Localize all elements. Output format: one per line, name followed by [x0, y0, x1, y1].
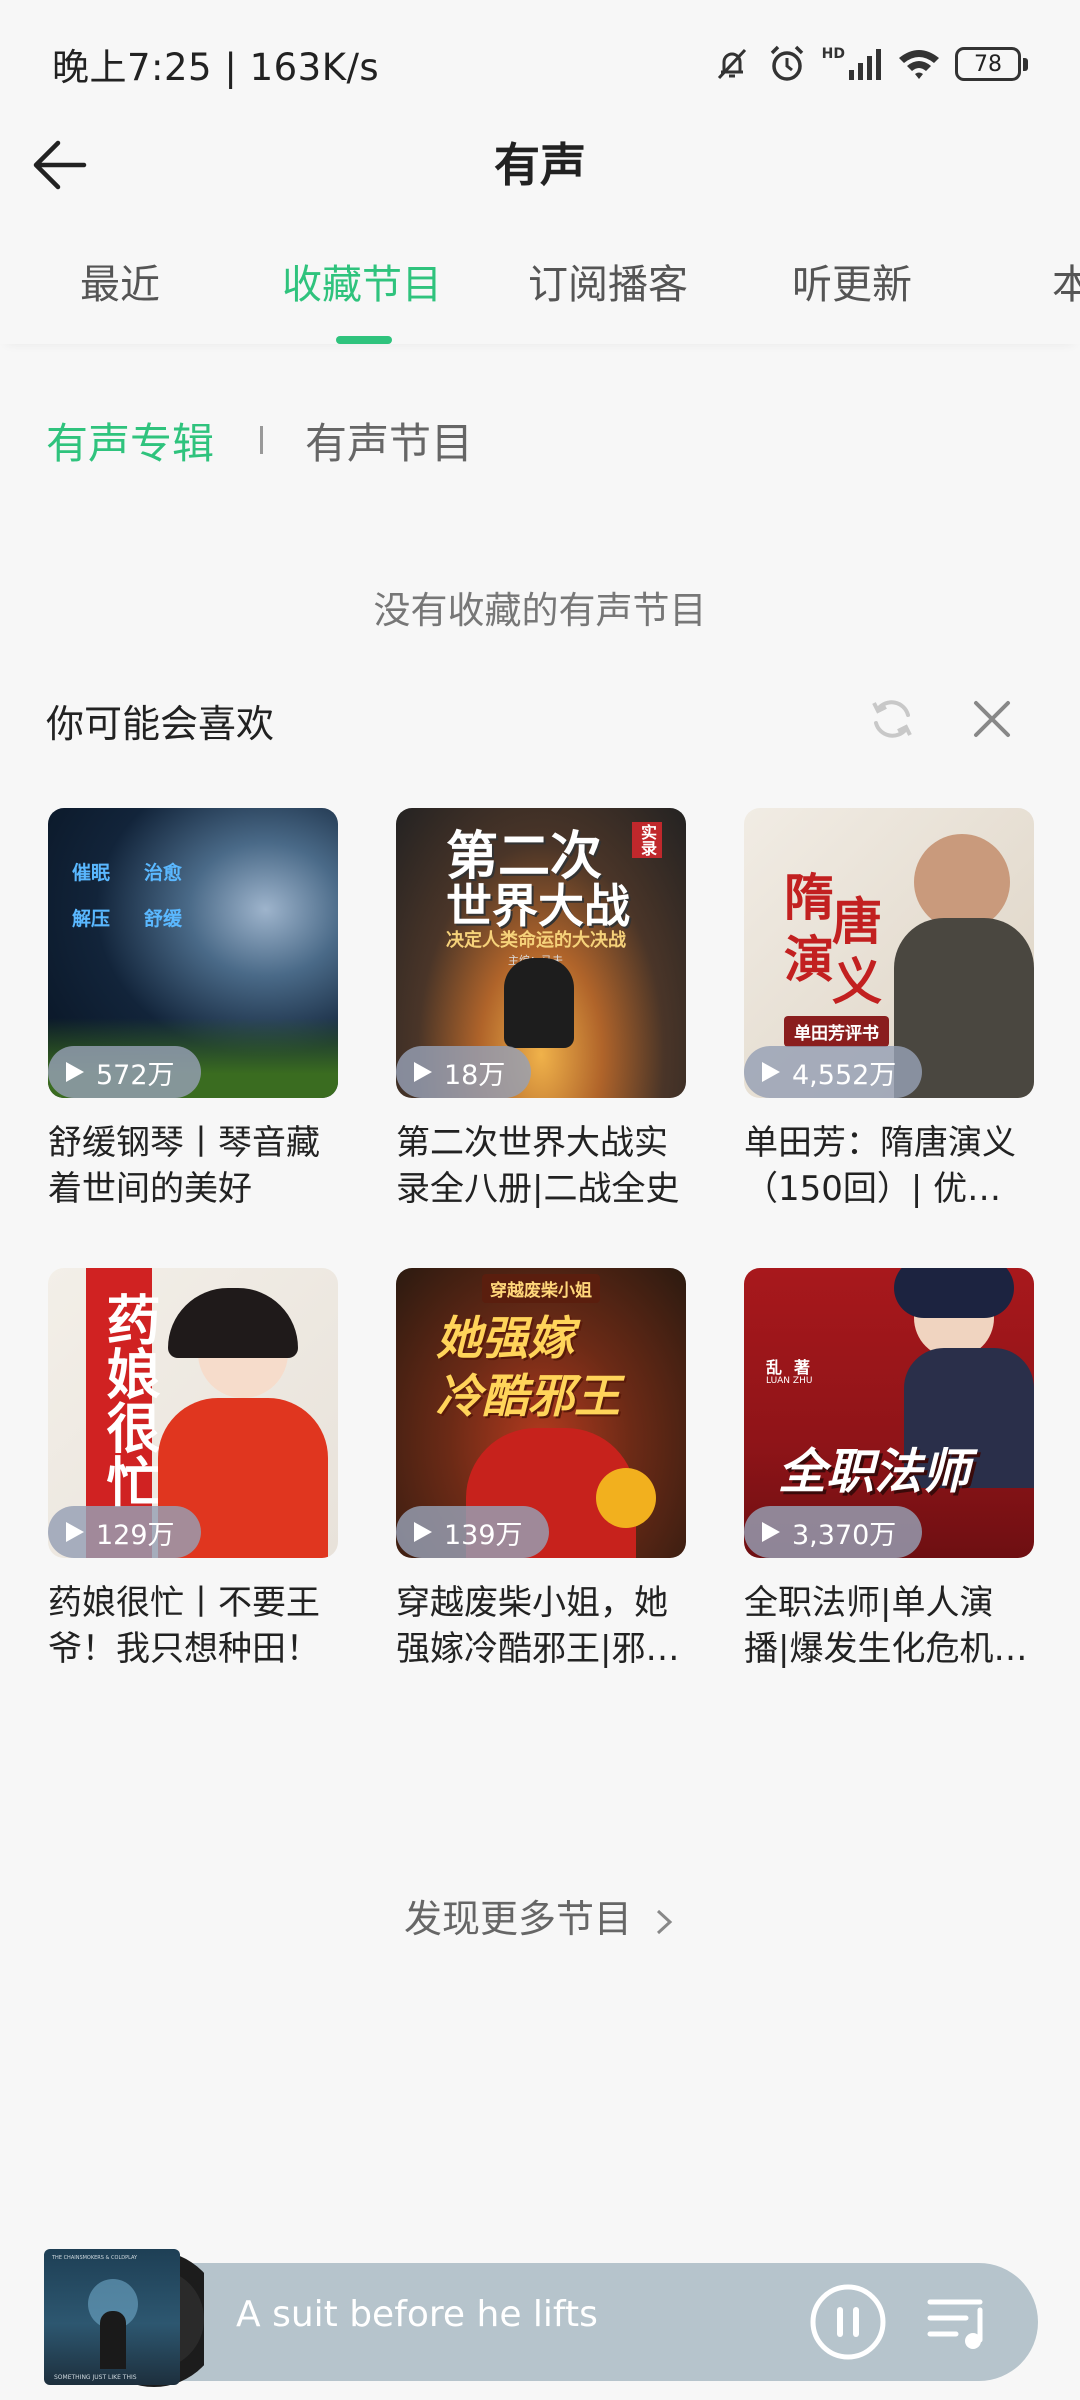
cover-text: 解压	[72, 908, 111, 930]
cover-header-text: THE CHAINSMOKERS & COLDPLAY	[52, 2255, 138, 2261]
now-playing-cover[interactable]: THE CHAINSMOKERS & COLDPLAY SOMETHING JU…	[44, 2249, 180, 2385]
battery-icon: 78	[955, 47, 1028, 81]
cover-text: 催眠	[72, 862, 111, 884]
tab-favorites[interactable]: 收藏节目	[282, 245, 442, 325]
play-icon	[66, 1062, 84, 1082]
status-time-speed: 晚上7:25 | 163K/s	[52, 46, 380, 89]
recommend-card[interactable]: 催眠 治愈 解压 舒缓 572万 舒缓钢琴丨琴音藏着世间的美好	[48, 808, 338, 1212]
sub-tab-albums[interactable]: 有声专辑	[46, 410, 214, 471]
alarm-icon	[766, 43, 808, 85]
now-playing-title: A suit before he lifts	[236, 2294, 598, 2335]
close-recommend-button[interactable]	[966, 693, 1018, 745]
battery-level: 78	[955, 47, 1021, 81]
play-icon	[762, 1062, 780, 1082]
album-cover[interactable]: 乱 著 LUAN ZHU 全职法师 3,370万	[744, 1268, 1034, 1558]
recommend-card[interactable]: 穿越废柴小姐 她强嫁 冷酷邪王 139万 穿越废柴小姐，她强嫁冷酷邪王|邪王追妻	[396, 1268, 686, 1672]
play-count: 4,552万	[792, 1059, 897, 1091]
character-hair	[894, 1268, 1014, 1318]
cover-text: LUAN ZHU	[766, 1376, 813, 1386]
play-icon	[66, 1522, 84, 1542]
pause-button[interactable]	[808, 2282, 888, 2362]
play-icon	[762, 1522, 780, 1542]
cover-text: 演	[784, 930, 834, 989]
refresh-icon	[872, 700, 912, 738]
refresh-button[interactable]	[866, 693, 918, 745]
cover-text: 冷酷邪王	[436, 1369, 620, 1423]
card-title[interactable]: 单田芳：隋唐演义（150回）| 优质版本	[744, 1120, 1034, 1212]
recommend-card[interactable]: 乱 著 LUAN ZHU 全职法师 3,370万 全职法师|单人演播|爆发生化危…	[744, 1268, 1034, 1672]
tab-recent[interactable]: 最近	[80, 245, 160, 325]
status-icons: HD 78	[712, 43, 1028, 85]
cover-text: 实录	[632, 822, 662, 858]
status-bar: 晚上7:25 | 163K/s HD 78	[0, 0, 1080, 128]
recommend-card[interactable]: 穿越种田 药娘很忙 129万 药娘很忙丨不要王爷！我只想种田！	[48, 1268, 338, 1672]
cover-text: 舒缓	[144, 908, 183, 930]
sub-tab-divider	[260, 426, 264, 454]
discover-more-link[interactable]: 发现更多节目	[0, 1888, 1080, 1943]
signal-icon: HD	[822, 46, 883, 82]
tab-local[interactable]: 本	[1052, 245, 1080, 325]
card-title[interactable]: 穿越废柴小姐，她强嫁冷酷邪王|邪王追妻	[396, 1580, 686, 1672]
play-count: 129万	[96, 1519, 175, 1551]
network-label: HD	[821, 46, 845, 62]
cover-text: 决定人类命运的大决战	[446, 930, 626, 951]
back-button[interactable]	[28, 130, 92, 200]
album-cover[interactable]: 催眠 治愈 解压 舒缓 572万	[48, 808, 338, 1098]
cover-text: 全职法师	[778, 1444, 971, 1500]
album-cover[interactable]: 隋 唐 演 义 单田芳评书 4,552万	[744, 808, 1034, 1098]
tab-active-indicator	[336, 336, 392, 344]
wifi-icon	[897, 46, 941, 82]
playlist-icon	[927, 2299, 983, 2349]
play-count-badge: 3,370万	[744, 1506, 923, 1558]
play-count-badge: 572万	[48, 1046, 201, 1098]
cover-text: 穿越废柴小姐	[482, 1274, 600, 1303]
play-icon	[414, 1522, 432, 1542]
soldier-silhouette	[504, 958, 574, 1048]
recommend-title: 你可能会喜欢	[46, 702, 275, 746]
play-count-badge: 139万	[396, 1506, 549, 1558]
tab-updates[interactable]: 听更新	[792, 245, 912, 325]
chevron-right-icon	[657, 1909, 673, 1934]
cover-caption-text: SOMETHING JUST LIKE THIS	[54, 2374, 137, 2381]
play-count: 572万	[96, 1059, 175, 1091]
pause-icon	[810, 2284, 886, 2360]
sub-tab-programs[interactable]: 有声节目	[305, 410, 473, 471]
play-count-badge: 4,552万	[744, 1046, 923, 1098]
play-count: 139万	[444, 1519, 523, 1551]
flower-decoration	[596, 1468, 656, 1528]
play-count: 18万	[444, 1059, 506, 1091]
recommend-card[interactable]: 隋 唐 演 义 单田芳评书 4,552万 单田芳：隋唐演义（150回）| 优质版…	[744, 808, 1034, 1212]
cover-text: 乱	[766, 1358, 783, 1377]
play-count: 3,370万	[792, 1519, 897, 1551]
empty-state-message: 没有收藏的有声节目	[373, 589, 707, 632]
album-cover[interactable]: 第二次 世界大战 决定人类命运的大决战 主编：马夫 实录 18万	[396, 808, 686, 1098]
close-icon	[974, 701, 1010, 737]
tab-subscribed-podcasts[interactable]: 订阅播客	[528, 245, 688, 325]
cover-text: 著	[794, 1358, 811, 1377]
page-title: 有声	[494, 138, 586, 192]
recommend-card[interactable]: 第二次 世界大战 决定人类命运的大决战 主编：马夫 实录 18万 第二次世界大战…	[396, 808, 686, 1212]
sub-tab-bar: 有声专辑 有声节目	[46, 405, 473, 475]
discover-more-label: 发现更多节目	[403, 1897, 632, 1941]
card-title[interactable]: 舒缓钢琴丨琴音藏着世间的美好	[48, 1120, 338, 1212]
narrator-face	[914, 834, 1010, 930]
card-title[interactable]: 药娘很忙丨不要王爷！我只想种田！	[48, 1580, 338, 1672]
cover-text: 她强嫁	[436, 1311, 574, 1365]
playlist-button[interactable]	[924, 2290, 994, 2354]
cover-figure	[100, 2311, 126, 2369]
card-title[interactable]: 第二次世界大战实录全八册|二战全史	[396, 1120, 686, 1212]
play-icon	[414, 1062, 432, 1082]
mute-bell-icon	[712, 44, 752, 84]
play-count-badge: 18万	[396, 1046, 532, 1098]
play-count-badge: 129万	[48, 1506, 201, 1558]
album-cover[interactable]: 穿越种田 药娘很忙 129万	[48, 1268, 338, 1558]
back-arrow-icon	[33, 140, 87, 190]
tab-bar: 最近 收藏节目 订阅播客 听更新 本	[0, 245, 1080, 345]
character-hair	[168, 1288, 298, 1358]
cover-text: 义	[832, 952, 882, 1011]
cover-text: 单田芳评书	[784, 1016, 889, 1047]
album-cover[interactable]: 穿越废柴小姐 她强嫁 冷酷邪王 139万	[396, 1268, 686, 1558]
cover-text: 治愈	[144, 862, 183, 884]
card-title[interactable]: 全职法师|单人演播|爆发生化危机，普通人	[744, 1580, 1034, 1672]
